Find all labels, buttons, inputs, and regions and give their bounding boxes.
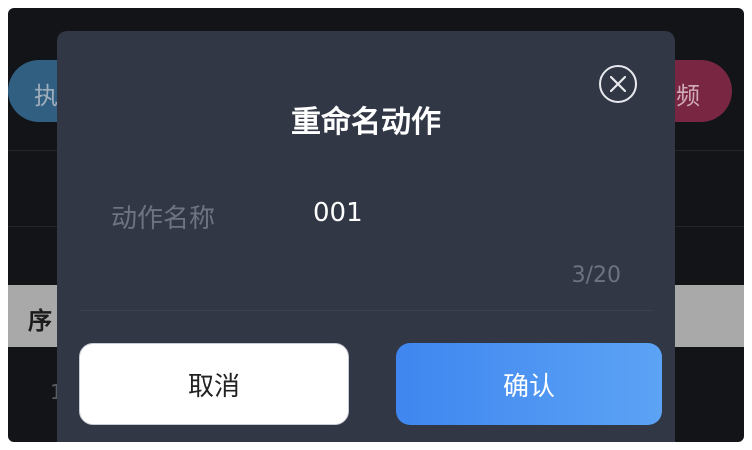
background-execute-label: 执 (34, 82, 58, 110)
close-icon (610, 76, 626, 92)
action-name-input[interactable] (313, 193, 613, 233)
background-video-label: 频 (676, 82, 700, 110)
app-window: 执 频 序 1 重命名动作 动作名称 3/20 取消 确认 (8, 8, 744, 442)
cancel-button[interactable]: 取消 (79, 343, 349, 425)
dialog-divider (79, 310, 653, 311)
action-name-label: 动作名称 (111, 204, 216, 234)
rename-action-dialog: 重命名动作 动作名称 3/20 取消 确认 (57, 31, 675, 442)
dialog-title: 重命名动作 (291, 105, 441, 140)
background-table-header-index: 序 (28, 307, 52, 335)
char-count: 3/20 (571, 263, 621, 288)
confirm-button[interactable]: 确认 (396, 343, 662, 425)
